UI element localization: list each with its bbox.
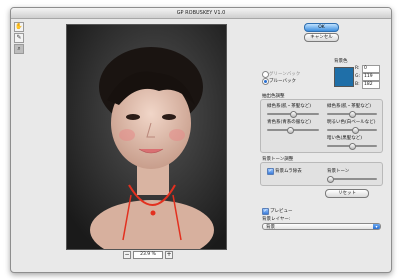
cancel-button[interactable]: キャンセル xyxy=(304,33,339,42)
unevenness-label: 背景ムラ除去 xyxy=(275,169,302,174)
slider-blue[interactable] xyxy=(267,126,319,134)
slider-green-2[interactable] xyxy=(327,110,377,118)
slider-label-blue: 青色系(青系の服など) xyxy=(267,120,312,125)
bg-color-label: 背景色 xyxy=(334,59,348,64)
zoom-out-button[interactable]: − xyxy=(123,251,131,259)
green-back-label: グリーンバック xyxy=(269,72,301,77)
hand-tool-icon[interactable]: ✋ xyxy=(14,22,24,32)
tone-slider[interactable] xyxy=(326,175,377,183)
reset-button[interactable]: リセット xyxy=(325,189,369,198)
chevron-down-icon: ▾ xyxy=(373,224,380,229)
eyedropper-tool-icon[interactable]: ✎ xyxy=(14,33,24,43)
zoom-controls: − 23.9 % + xyxy=(123,251,173,259)
plugin-window: GP ROBUSKEY V1.0 ✋ ✎ ⌕ − 23.9 % + OK キャン… xyxy=(10,7,392,273)
b-field[interactable]: 182 xyxy=(362,81,380,89)
slider-thumb[interactable] xyxy=(351,126,359,134)
slider-dark[interactable] xyxy=(327,142,377,150)
slider-thumb[interactable] xyxy=(326,175,334,183)
slider-label-green-1: 緑色系(肌・茶髪など) xyxy=(267,104,312,109)
slider-label-bright: 明るい色(白ベールなど) xyxy=(327,120,376,125)
slider-bright[interactable] xyxy=(327,126,377,134)
window-title: GP ROBUSKEY V1.0 xyxy=(11,8,391,19)
r-label: R: xyxy=(355,66,360,71)
layer-select[interactable]: 背景 ▾ xyxy=(262,223,381,230)
tone-group: ✓ 背景ムラ除去 背景トーン xyxy=(260,162,383,186)
bg-color-swatch[interactable] xyxy=(334,67,354,87)
layer-label: 背景レイヤー: xyxy=(262,217,291,222)
g-field[interactable]: 119 xyxy=(362,73,380,81)
preview-image[interactable] xyxy=(66,24,227,250)
blue-back-label: ブルーバック xyxy=(269,79,296,84)
slider-label-green-2: 緑色系(肌・茶髪など) xyxy=(327,104,372,109)
g-label: G: xyxy=(355,74,361,79)
ok-button[interactable]: OK xyxy=(304,23,339,32)
zoom-level-field[interactable]: 23.9 % xyxy=(133,251,163,259)
zoom-tool-icon[interactable]: ⌕ xyxy=(14,44,24,54)
tool-palette: ✋ ✎ ⌕ xyxy=(14,22,24,55)
layer-select-value: 背景 xyxy=(266,225,275,230)
blue-back-radio[interactable] xyxy=(262,78,269,85)
green-back-radio[interactable] xyxy=(262,71,269,78)
slider-thumb[interactable] xyxy=(349,142,356,150)
slider-thumb[interactable] xyxy=(349,110,356,118)
preview-label: プレビュー xyxy=(270,209,293,214)
zoom-in-button[interactable]: + xyxy=(165,251,173,259)
b-label: B: xyxy=(355,82,360,87)
tone-slider-label: 背景トーン xyxy=(327,169,350,174)
slider-thumb[interactable] xyxy=(287,126,295,134)
unevenness-checkbox[interactable]: ✓ xyxy=(267,168,274,175)
removal-group: 緑色系(肌・茶髪など) 緑色系(肌・茶髪など) 青色系(青系の服など) 明るい色… xyxy=(260,99,383,153)
slider-green-1[interactable] xyxy=(267,110,319,118)
r-field[interactable]: 0 xyxy=(362,65,380,73)
slider-label-dark: 暗い色(黒髪など) xyxy=(327,136,363,141)
portrait-photo xyxy=(67,25,226,249)
preview-checkbox[interactable]: ✓ xyxy=(262,208,269,215)
slider-thumb[interactable] xyxy=(290,110,297,118)
